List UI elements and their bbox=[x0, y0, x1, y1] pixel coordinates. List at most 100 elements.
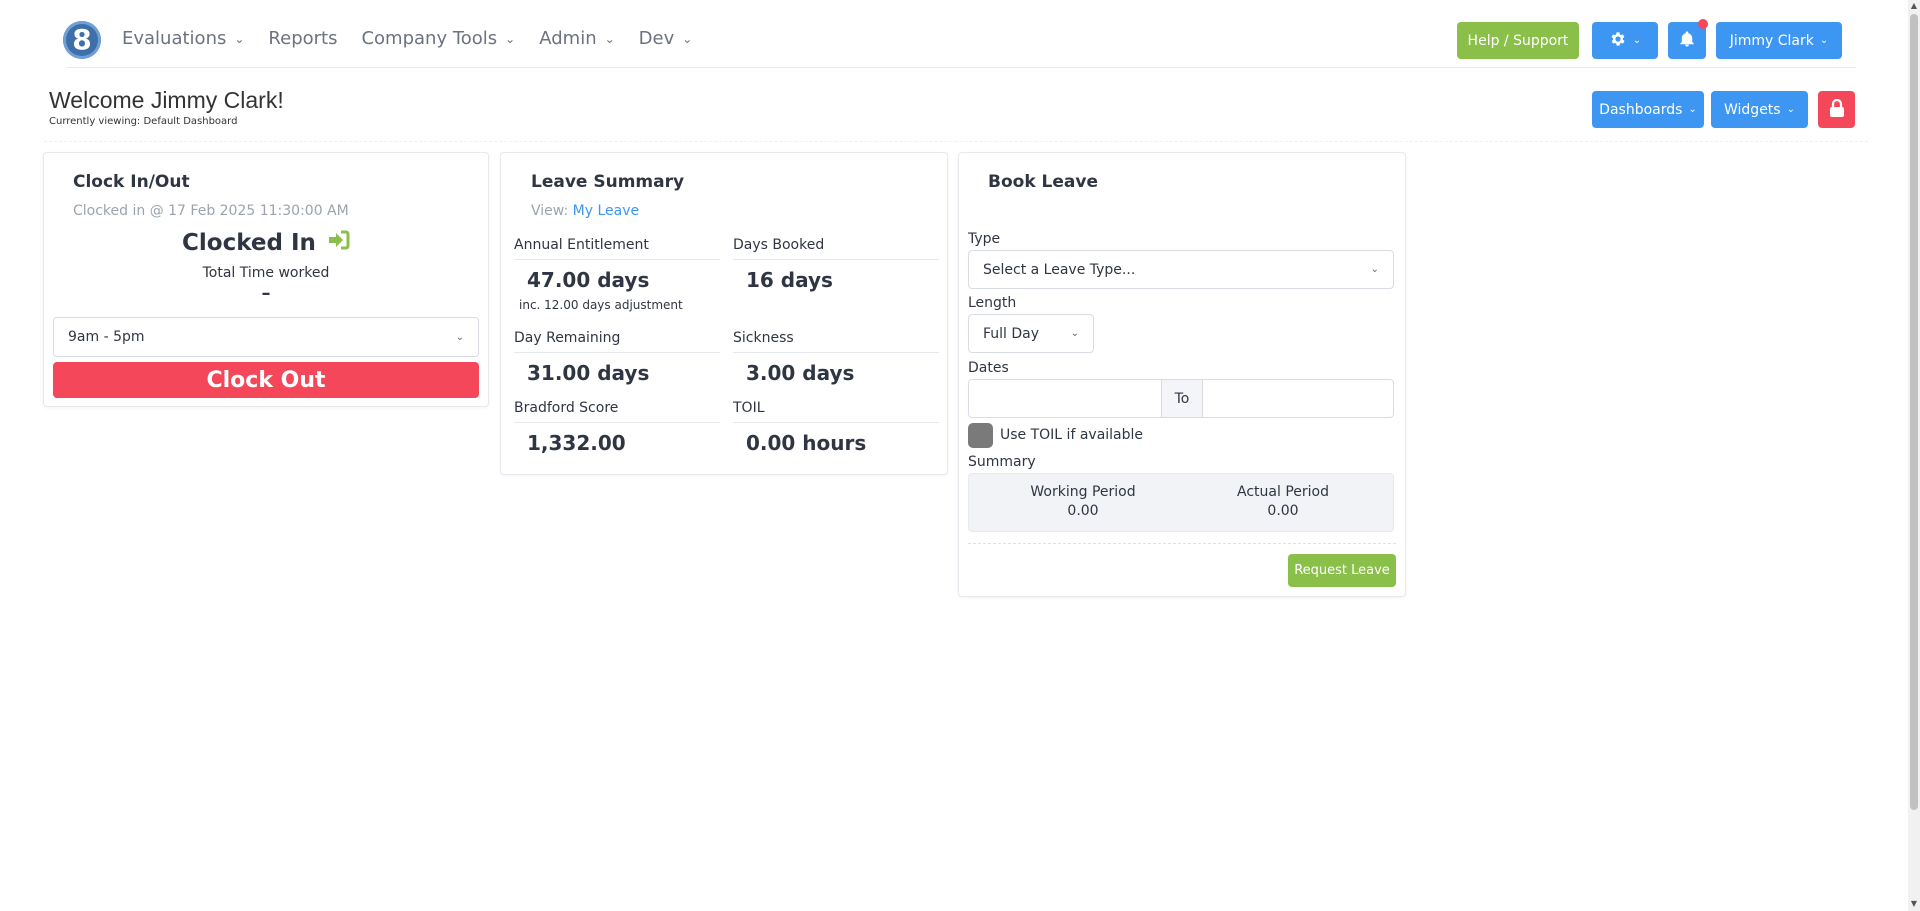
sign-in-icon bbox=[328, 230, 350, 256]
scroll-up-icon[interactable]: ▲ bbox=[1910, 2, 1918, 10]
chevron-down-icon: ⌄ bbox=[682, 31, 693, 46]
leave-summary-box: Working Period 0.00 Actual Period 0.00 bbox=[968, 473, 1394, 532]
stat-value: 0.00 hours bbox=[746, 431, 867, 455]
app-logo[interactable]: 8 bbox=[63, 21, 101, 59]
summary-label: Summary bbox=[968, 454, 1036, 470]
book-leave-widget: Book Leave Type Select a Leave Type... ⌄… bbox=[958, 152, 1406, 597]
page-subtitle: Currently viewing: Default Dashboard bbox=[49, 116, 238, 127]
date-to-label: To bbox=[1161, 380, 1203, 417]
stat-toil: TOIL 0.00 hours bbox=[733, 400, 939, 455]
leave-summary-title: Leave Summary bbox=[531, 172, 685, 192]
dates-label: Dates bbox=[968, 360, 1009, 376]
header-divider bbox=[44, 141, 1868, 142]
clock-widget-title: Clock In/Out bbox=[73, 172, 190, 192]
gear-icon bbox=[1609, 30, 1627, 52]
working-period: Working Period 0.00 bbox=[983, 484, 1183, 519]
chevron-down-icon: ⌄ bbox=[1688, 104, 1697, 115]
total-time-label: Total Time worked bbox=[202, 265, 330, 281]
page-title: Welcome Jimmy Clark! bbox=[49, 87, 284, 113]
top-navbar: 8 Evaluations ⌄ Reports Company Tools ⌄ … bbox=[0, 0, 1908, 82]
user-menu-button[interactable]: Jimmy Clark ⌄ bbox=[1716, 22, 1842, 59]
clock-status-text: Clocked In bbox=[182, 230, 316, 256]
nav-dev-label: Dev bbox=[638, 28, 675, 49]
chevron-down-icon: ⌄ bbox=[234, 31, 245, 46]
leave-type-placeholder: Select a Leave Type... bbox=[983, 261, 1136, 278]
chevron-down-icon: ⌄ bbox=[604, 31, 615, 46]
widgets-button[interactable]: Widgets ⌄ bbox=[1711, 91, 1808, 128]
length-label: Length bbox=[968, 295, 1017, 311]
shift-select-value: 9am - 5pm bbox=[68, 329, 145, 345]
use-toil-label: Use TOIL if available bbox=[1000, 427, 1144, 443]
view-prefix: View: bbox=[531, 203, 569, 219]
notifications-button[interactable] bbox=[1668, 19, 1708, 59]
lock-icon bbox=[1829, 98, 1845, 121]
use-toil-toggle[interactable] bbox=[968, 423, 993, 448]
page-scrollbar[interactable]: ▲ ▼ bbox=[1908, 0, 1920, 911]
stat-bradford-score: Bradford Score 1,332.00 bbox=[514, 400, 720, 455]
nav-evaluations[interactable]: Evaluations ⌄ bbox=[122, 28, 244, 49]
scroll-thumb[interactable] bbox=[1910, 14, 1918, 810]
welcome-header: Welcome Jimmy Clark! Currently viewing: … bbox=[49, 87, 284, 127]
chevron-down-icon: ⌄ bbox=[455, 331, 464, 343]
chevron-down-icon: ⌄ bbox=[1070, 328, 1079, 339]
clock-out-button[interactable]: Clock Out bbox=[53, 362, 479, 398]
stat-annual-entitlement: Annual Entitlement 47.00 days inc. 12.00… bbox=[514, 237, 720, 312]
book-leave-divider bbox=[968, 543, 1396, 544]
stat-label: TOIL bbox=[733, 400, 939, 423]
shift-select[interactable]: 9am - 5pm ⌄ bbox=[53, 317, 479, 357]
chevron-down-icon: ⌄ bbox=[1632, 35, 1642, 46]
chevron-down-icon: ⌄ bbox=[505, 31, 516, 46]
actual-period: Actual Period 0.00 bbox=[1183, 484, 1383, 519]
dashboards-button[interactable]: Dashboards ⌄ bbox=[1592, 91, 1704, 128]
start-date-input[interactable] bbox=[969, 380, 1161, 417]
end-date-input[interactable] bbox=[1203, 380, 1393, 417]
chevron-down-icon: ⌄ bbox=[1786, 104, 1795, 115]
stat-value: 16 days bbox=[746, 268, 833, 292]
stat-day-remaining: Day Remaining 31.00 days bbox=[514, 330, 720, 385]
clock-widget: Clock In/Out Clocked in @ 17 Feb 2025 11… bbox=[43, 152, 489, 407]
stat-label: Sickness bbox=[733, 330, 939, 353]
length-select[interactable]: Full Day ⌄ bbox=[968, 314, 1094, 353]
stat-value: 47.00 days bbox=[527, 268, 650, 292]
chevron-down-icon: ⌄ bbox=[1819, 35, 1829, 46]
main-menu: Evaluations ⌄ Reports Company Tools ⌄ Ad… bbox=[122, 28, 716, 49]
stat-label: Day Remaining bbox=[514, 330, 720, 353]
my-leave-link[interactable]: My Leave bbox=[573, 203, 639, 219]
stat-note: inc. 12.00 days adjustment bbox=[519, 298, 683, 312]
bell-icon bbox=[1678, 30, 1696, 52]
leave-summary-widget: Leave Summary View: My Leave Annual Enti… bbox=[500, 152, 948, 475]
nav-company-tools-label: Company Tools bbox=[361, 28, 498, 49]
actual-period-value: 0.00 bbox=[1267, 503, 1299, 519]
stat-label: Bradford Score bbox=[514, 400, 720, 423]
request-leave-button[interactable]: Request Leave bbox=[1288, 554, 1396, 587]
book-leave-title: Book Leave bbox=[988, 172, 1098, 192]
help-support-button[interactable]: Help / Support bbox=[1457, 22, 1579, 59]
leave-type-select[interactable]: Select a Leave Type... ⌄ bbox=[968, 250, 1394, 289]
user-name: Jimmy Clark bbox=[1729, 32, 1814, 49]
nav-dev[interactable]: Dev ⌄ bbox=[639, 28, 693, 49]
working-period-label: Working Period bbox=[1030, 484, 1136, 500]
type-label: Type bbox=[968, 231, 1001, 247]
scroll-down-icon[interactable]: ▼ bbox=[1910, 900, 1918, 908]
stat-value: 31.00 days bbox=[527, 361, 650, 385]
nav-company-tools[interactable]: Company Tools ⌄ bbox=[361, 28, 515, 49]
total-time-value: – bbox=[261, 283, 271, 304]
dashboards-label: Dashboards bbox=[1599, 101, 1683, 118]
stat-label: Days Booked bbox=[733, 237, 939, 260]
chevron-down-icon: ⌄ bbox=[1370, 264, 1379, 275]
nav-admin[interactable]: Admin ⌄ bbox=[539, 28, 614, 49]
stat-sickness: Sickness 3.00 days bbox=[733, 330, 939, 385]
lock-dashboard-button[interactable] bbox=[1818, 91, 1855, 128]
stat-value: 3.00 days bbox=[746, 361, 855, 385]
nav-reports[interactable]: Reports bbox=[268, 28, 337, 49]
actual-period-label: Actual Period bbox=[1237, 484, 1329, 500]
working-period-value: 0.00 bbox=[1067, 503, 1099, 519]
length-select-value: Full Day bbox=[983, 325, 1040, 342]
nav-divider bbox=[66, 67, 1856, 68]
date-range-group: To bbox=[968, 379, 1394, 418]
settings-button[interactable]: ⌄ bbox=[1592, 22, 1658, 59]
nav-admin-label: Admin bbox=[539, 28, 597, 49]
nav-evaluations-label: Evaluations bbox=[122, 28, 227, 49]
clocked-in-time: Clocked in @ 17 Feb 2025 11:30:00 AM bbox=[73, 203, 349, 219]
notification-badge bbox=[1698, 19, 1708, 29]
